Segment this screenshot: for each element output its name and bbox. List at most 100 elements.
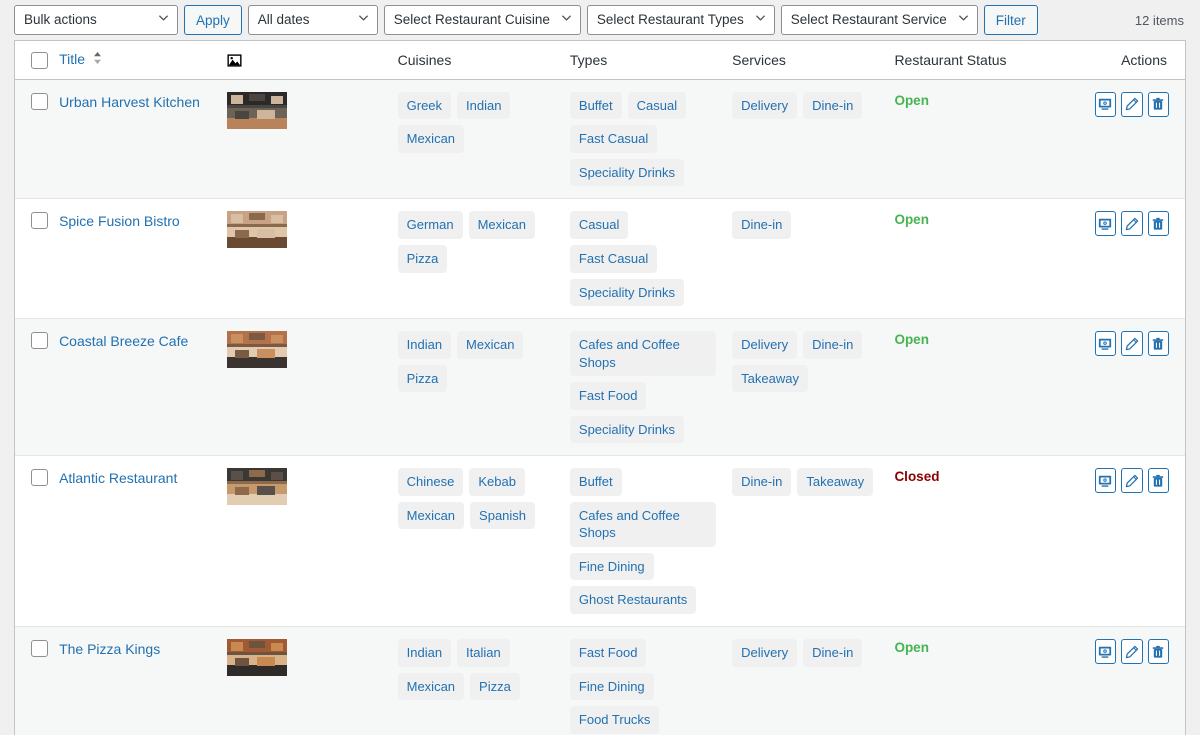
service-chip[interactable]: Dine-in (803, 92, 862, 120)
filter-button[interactable]: Filter (984, 5, 1038, 35)
edit-button[interactable] (1121, 211, 1142, 236)
sort-title-link[interactable]: Title (59, 51, 85, 67)
type-chip[interactable]: Buffet (570, 468, 622, 496)
type-chip[interactable]: Buffet (570, 92, 622, 120)
cuisine-chip[interactable]: Italian (457, 639, 510, 667)
type-chip[interactable]: Casual (628, 92, 686, 120)
bulk-actions-select[interactable]: Bulk actions (14, 5, 178, 35)
cuisine-chip[interactable]: Indian (398, 639, 451, 667)
service-chip[interactable]: Dine-in (732, 211, 791, 239)
type-chip[interactable]: Fast Casual (570, 125, 657, 153)
cuisine-chip[interactable]: Pizza (398, 245, 448, 273)
delete-button[interactable] (1148, 211, 1169, 236)
cuisine-chip[interactable]: Indian (398, 331, 451, 359)
type-chip[interactable]: Fine Dining (570, 673, 654, 701)
restaurant-title-link[interactable]: Coastal Breeze Cafe (59, 331, 188, 350)
apply-button[interactable]: Apply (184, 5, 242, 35)
view-button[interactable] (1095, 331, 1116, 356)
date-filter-select[interactable]: All dates (248, 5, 378, 35)
column-header-actions-label: Actions (1095, 52, 1169, 68)
type-chip[interactable]: Food Trucks (570, 706, 660, 734)
row-cuisines-cell: GreekIndian Mexican (398, 79, 570, 199)
cuisine-chip[interactable]: Mexican (469, 211, 535, 239)
type-chip[interactable]: Fast Food (570, 382, 647, 410)
restaurant-title-link[interactable]: Atlantic Restaurant (59, 468, 177, 487)
view-button[interactable] (1095, 92, 1116, 117)
types-filter-select[interactable]: Select Restaurant Types (587, 5, 775, 35)
cuisine-chip[interactable]: German (398, 211, 463, 239)
image-icon (227, 53, 242, 68)
service-chip[interactable]: Takeaway (732, 365, 808, 393)
delete-button[interactable] (1148, 92, 1169, 117)
restaurants-table-container: Title (14, 40, 1186, 735)
cuisine-chip[interactable]: Mexican (398, 125, 464, 153)
select-all-checkbox[interactable] (31, 52, 48, 69)
service-chip[interactable]: Dine-in (803, 639, 862, 667)
restaurant-title-link[interactable]: The Pizza Kings (59, 639, 160, 658)
view-button[interactable] (1095, 211, 1116, 236)
cuisine-chip[interactable]: Indian (457, 92, 510, 120)
row-actions-cell (1095, 319, 1185, 456)
edit-button[interactable] (1121, 92, 1142, 117)
row-types-cell: Casual Fast Casual Speciality Drinks (570, 199, 732, 319)
service-chip[interactable]: Delivery (732, 639, 797, 667)
table-row: Coastal Breeze Cafe IndianMexican Pizza Caf… (15, 319, 1185, 456)
type-chip[interactable]: Casual (570, 211, 628, 239)
row-status-cell: Open (894, 319, 1094, 456)
type-chip[interactable]: Ghost Restaurants (570, 586, 696, 614)
row-status-cell: Open (894, 199, 1094, 319)
service-chip[interactable]: Dine-in (803, 331, 862, 359)
edit-button[interactable] (1121, 468, 1142, 493)
apply-label: Apply (196, 13, 230, 28)
row-action-buttons (1095, 468, 1169, 493)
service-filter-select[interactable]: Select Restaurant Service (781, 5, 978, 35)
type-chip[interactable]: Cafes and Coffee Shops (570, 502, 716, 547)
cuisine-chip[interactable]: Chinese (398, 468, 464, 496)
type-chip[interactable]: Cafes and Coffee Shops (570, 331, 716, 376)
row-types-cell: Fast Food Fine Dining Food Trucks (570, 627, 732, 735)
cuisine-chip[interactable]: Mexican (398, 502, 464, 530)
screen-eye-icon (1098, 97, 1112, 111)
view-button[interactable] (1095, 468, 1116, 493)
type-chip[interactable]: Speciality Drinks (570, 279, 684, 307)
edit-button[interactable] (1121, 639, 1142, 664)
row-action-buttons (1095, 92, 1169, 117)
service-chip[interactable]: Dine-in (732, 468, 791, 496)
delete-button[interactable] (1148, 639, 1169, 664)
row-checkbox[interactable] (31, 332, 48, 349)
row-title-cell: The Pizza Kings (59, 627, 227, 735)
restaurant-thumbnail (227, 639, 287, 676)
type-chip[interactable]: Speciality Drinks (570, 416, 684, 444)
row-checkbox[interactable] (31, 93, 48, 110)
cuisine-chip[interactable]: Pizza (470, 673, 520, 701)
row-cuisines-cell: GermanMexican Pizza (398, 199, 570, 319)
type-chip[interactable]: Fast Casual (570, 245, 657, 273)
row-select-cell (15, 627, 59, 735)
service-chip[interactable]: Delivery (732, 92, 797, 120)
type-chip[interactable]: Speciality Drinks (570, 159, 684, 187)
restaurant-title-link[interactable]: Spice Fusion Bistro (59, 211, 180, 230)
delete-button[interactable] (1148, 468, 1169, 493)
service-chips: DeliveryDine-in (732, 639, 882, 667)
service-chip[interactable]: Delivery (732, 331, 797, 359)
row-checkbox[interactable] (31, 212, 48, 229)
delete-button[interactable] (1148, 331, 1169, 356)
row-checkbox[interactable] (31, 469, 48, 486)
type-chip[interactable]: Fast Food (570, 639, 647, 667)
view-button[interactable] (1095, 639, 1116, 664)
column-header-title[interactable]: Title (59, 41, 227, 79)
row-types-cell: BuffetCasual Fast Casual Speciality Drinks (570, 79, 732, 199)
edit-button[interactable] (1121, 331, 1142, 356)
cuisine-chip[interactable]: Pizza (398, 365, 448, 393)
cuisine-chip[interactable]: Mexican (398, 673, 464, 701)
type-chip[interactable]: Fine Dining (570, 553, 654, 581)
row-checkbox[interactable] (31, 640, 48, 657)
cuisine-filter-select[interactable]: Select Restaurant Cuisine (384, 5, 581, 35)
cuisine-chip[interactable]: Kebab (469, 468, 525, 496)
cuisine-chip[interactable]: Greek (398, 92, 451, 120)
cuisine-chip[interactable]: Mexican (457, 331, 523, 359)
cuisine-chip[interactable]: Spanish (470, 502, 535, 530)
service-chip[interactable]: Takeaway (797, 468, 873, 496)
restaurant-title-link[interactable]: Urban Harvest Kitchen (59, 92, 200, 111)
trash-icon (1151, 337, 1165, 351)
